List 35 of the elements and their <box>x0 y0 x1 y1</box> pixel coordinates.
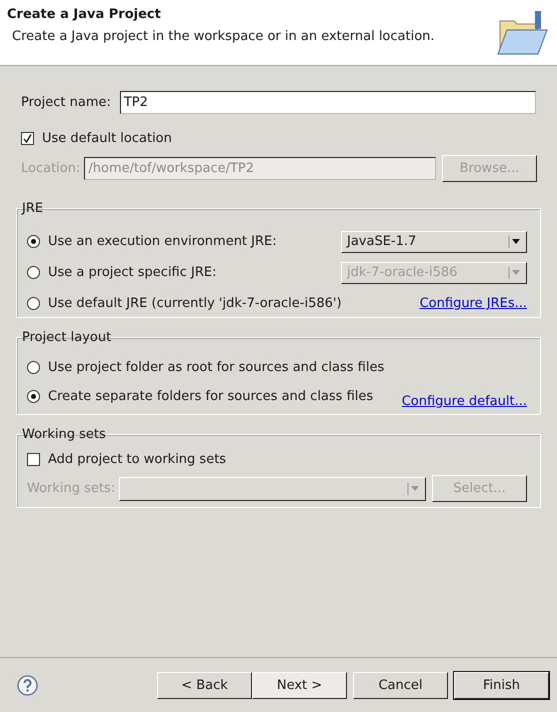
group-title: JRE <box>22 201 44 216</box>
radio-button[interactable] <box>27 235 40 248</box>
checkbox-label: Use default location <box>42 131 172 146</box>
project-name-field[interactable]: TP2 <box>120 91 536 114</box>
configure-link[interactable]: Configure default... <box>402 394 527 409</box>
radio-label: Use an execution environment JRE: <box>48 234 277 249</box>
radio-button[interactable] <box>27 266 40 279</box>
caret-icon <box>508 266 522 278</box>
radio-label: Use project folder as root for sources and class files <box>48 360 384 374</box>
field-label: Location: <box>21 161 80 176</box>
radio-label: Create separate folders for sources and class files <box>48 388 374 404</box>
wizard-button[interactable]: Cancel <box>353 672 448 698</box>
field-label: Project name: <box>21 95 111 110</box>
wizard-button[interactable]: Finish <box>454 672 549 698</box>
caret-icon <box>407 482 421 494</box>
wizard-button[interactable]: < Back <box>157 672 252 698</box>
checkbox-label: Add project to working sets <box>48 452 226 467</box>
radio-button[interactable] <box>27 297 40 310</box>
radio-label: Use default JRE (currently 'jdk-7-oracle-i586') <box>48 296 342 311</box>
jre-dropdown[interactable]: JavaSE-1.7 <box>341 230 527 252</box>
dialog-description: Create a Java project in the workspace or in an external location. <box>11 29 435 44</box>
radio-button[interactable] <box>27 360 40 374</box>
checkbox[interactable] <box>27 453 40 466</box>
field-label: Working sets: <box>27 481 116 496</box>
help-icon <box>17 674 38 696</box>
caret-icon <box>508 236 522 248</box>
dialog-title: Create a Java Project <box>7 7 162 22</box>
checkbox[interactable] <box>21 132 34 145</box>
configure-link[interactable]: Configure JREs... <box>420 296 527 311</box>
folder-icon <box>497 9 549 57</box>
group-title: Project layout <box>22 330 112 345</box>
radio-button[interactable] <box>27 390 40 402</box>
group-title: Working sets <box>22 427 106 442</box>
radio-label: Use a project specific JRE: <box>48 265 216 280</box>
wizard-button[interactable]: Next > <box>252 672 347 698</box>
